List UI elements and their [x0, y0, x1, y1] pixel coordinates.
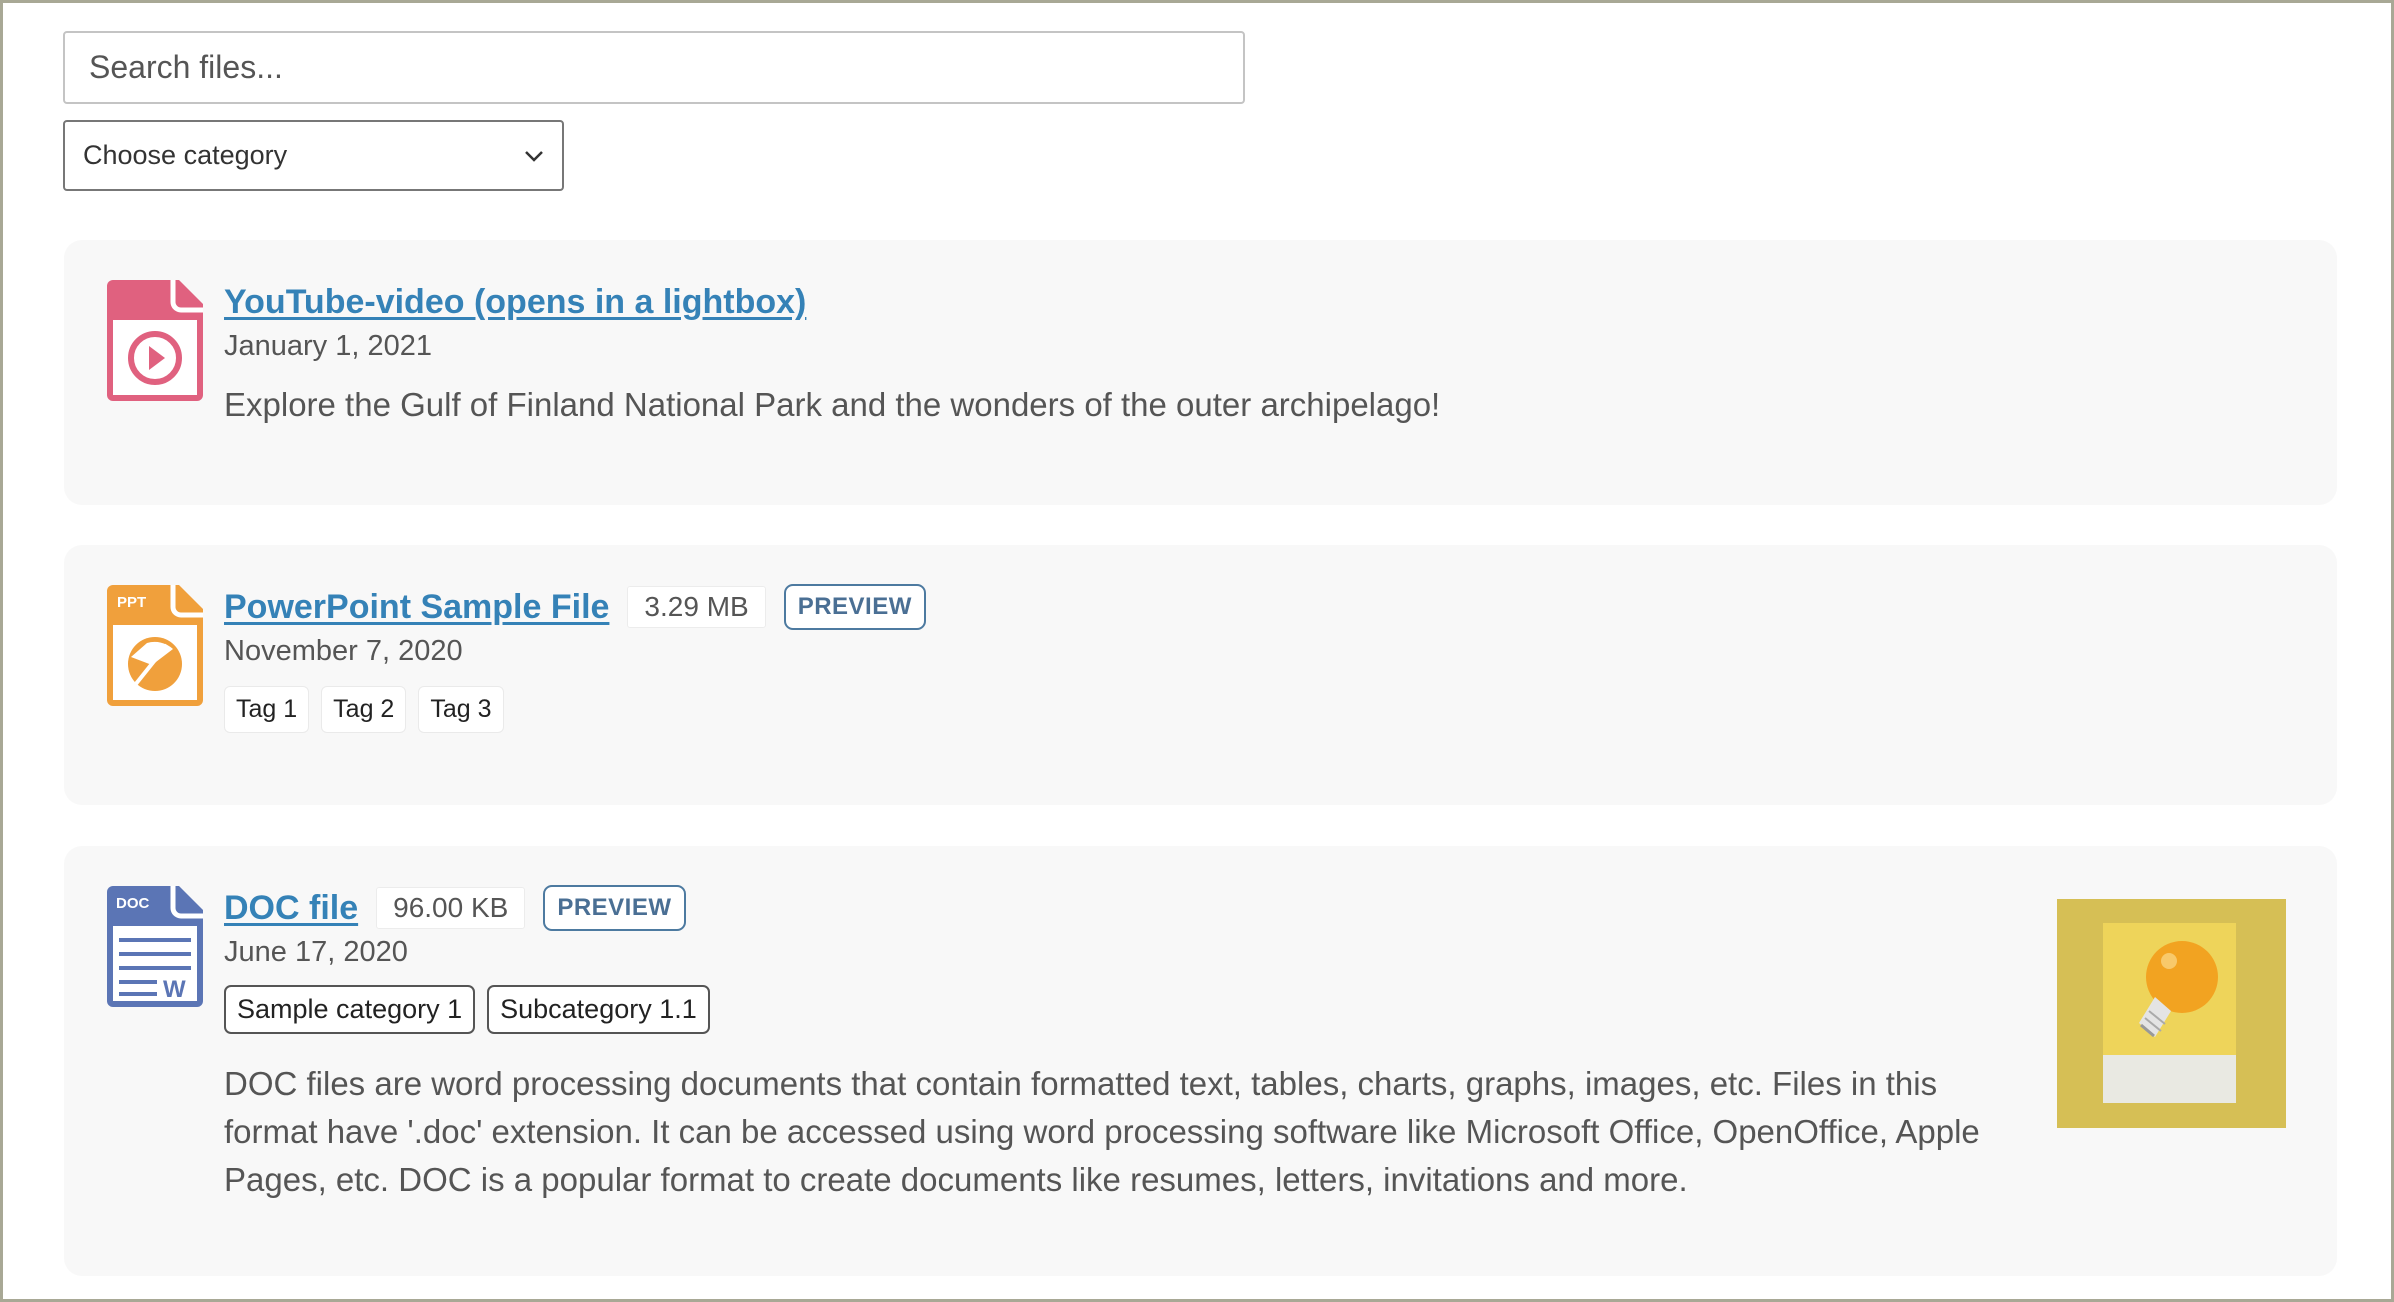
ppt-file-icon: PPT [107, 585, 203, 706]
file-size: 3.29 MB [627, 586, 766, 628]
file-date: January 1, 2021 [224, 330, 432, 362]
file-description: Explore the Gulf of Finland National Par… [224, 386, 1441, 423]
tag[interactable]: Tag 2 [321, 686, 407, 733]
category-list: Sample category 1 Subcategory 1.1 [224, 985, 2007, 1034]
doc-file-icon: DOC W [107, 886, 203, 1007]
chevron-down-icon [525, 150, 543, 162]
lightbulb-thumbnail[interactable] [2057, 899, 2286, 1128]
category-select-value: Choose category [83, 140, 288, 170]
doc-icon-letter: W [163, 976, 186, 1003]
tag-list: Tag 1 Tag 2 Tag 3 [224, 686, 2277, 733]
file-size: 96.00 KB [376, 887, 526, 929]
file-date: November 7, 2020 [224, 635, 463, 667]
file-title-link[interactable]: YouTube-video (opens in a lightbox) [224, 283, 806, 322]
file-card: PPT PowerPoint Sample File 3.29 MB PREVI… [64, 545, 2337, 805]
ppt-icon-label: PPT [117, 594, 146, 611]
category-select[interactable]: Choose category [63, 120, 564, 191]
video-file-icon [107, 280, 203, 401]
category-tag[interactable]: Subcategory 1.1 [487, 985, 710, 1034]
file-date: June 17, 2020 [224, 936, 408, 968]
file-description: DOC files are word processing documents … [224, 1065, 1980, 1198]
search-input[interactable] [63, 31, 1245, 104]
tag[interactable]: Tag 3 [418, 686, 504, 733]
preview-button[interactable]: PREVIEW [543, 885, 686, 931]
doc-icon-label: DOC [116, 895, 150, 912]
preview-button[interactable]: PREVIEW [783, 584, 926, 630]
file-card: YouTube-video (opens in a lightbox) Janu… [64, 240, 2337, 505]
file-card: DOC W DOC file 96.00 KB PREVIEW June 17,… [64, 846, 2337, 1276]
tag[interactable]: Tag 1 [224, 686, 310, 733]
category-tag[interactable]: Sample category 1 [224, 985, 476, 1034]
file-title-link[interactable]: DOC file [224, 889, 358, 928]
file-title-link[interactable]: PowerPoint Sample File [224, 588, 609, 627]
